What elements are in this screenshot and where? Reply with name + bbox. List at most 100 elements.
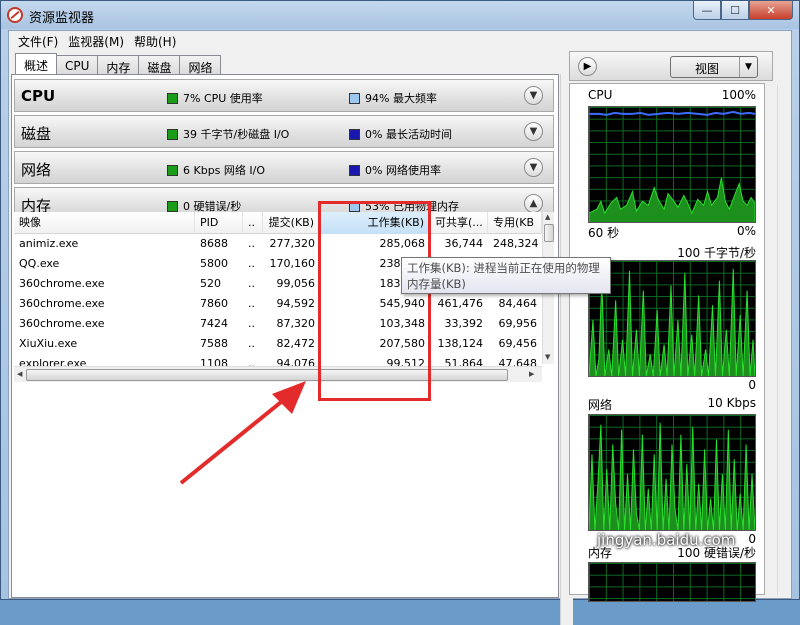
resource-monitor-window: 资源监视器 — ☐ ✕ 文件(F) 监视器(M) 帮助(H) 概述 CPU 内存… <box>0 0 800 625</box>
chevron-down-icon[interactable]: ▼ <box>524 122 543 141</box>
window-title: 资源监视器 <box>29 11 95 26</box>
table-cell: 5800 <box>200 257 228 270</box>
expand-arrow-icon[interactable]: ▶ <box>578 57 597 76</box>
tab-disk[interactable]: 磁盘 <box>138 55 181 75</box>
column-shareable[interactable]: 可共享(... <box>430 212 488 234</box>
cpu-graph-max: 100% <box>721 88 756 102</box>
scroll-down-arrow-icon[interactable]: ▼ <box>545 353 550 361</box>
cpu-graph <box>588 106 756 223</box>
table-cell: 277,320 <box>269 237 316 250</box>
table-cell: QQ.exe <box>19 257 60 270</box>
tab-memory[interactable]: 内存 <box>97 55 140 75</box>
network-io-text: 6 Kbps 网络 I/O <box>183 164 266 177</box>
graph-pane-scrollbar[interactable] <box>777 85 789 595</box>
table-cell: .. <box>248 277 255 290</box>
scroll-thumb[interactable] <box>26 369 508 381</box>
table-cell: animiz.exe <box>19 237 79 250</box>
close-button[interactable]: ✕ <box>749 1 793 20</box>
tab-network[interactable]: 网络 <box>179 55 222 75</box>
tab-cpu[interactable]: CPU <box>56 55 99 74</box>
network-io-swatch <box>167 164 178 176</box>
disk-io-text: 39 千字节/秒磁盘 I/O <box>183 128 290 141</box>
graph-pane: ▶ 视图 ▼ CPU 100% 60 秒 0% 100 千字节/秒 0 网络 1… <box>569 51 773 602</box>
scroll-right-arrow-icon[interactable]: ▶ <box>529 370 534 378</box>
table-horizontal-scrollbar[interactable]: ◀ ▶ <box>14 366 542 382</box>
table-cell: .. <box>248 317 255 330</box>
graph-pane-header: ▶ 视图 ▼ <box>569 51 773 81</box>
minimize-button[interactable]: — <box>693 1 721 20</box>
scroll-up-arrow-icon[interactable]: ▲ <box>545 213 550 221</box>
chevron-down-icon[interactable]: ▼ <box>524 86 543 105</box>
menu-help[interactable]: 帮助(H) <box>129 33 181 50</box>
table-row[interactable]: XiuXiu.exe 7588.. 82,472 207,580 138,124 69,4… <box>14 334 542 354</box>
cpu-graph-title: CPU <box>588 88 613 102</box>
table-row[interactable]: animiz.exe 8688.. 277,320 285,068 36,744 248,… <box>14 234 542 254</box>
table-cell: 8688 <box>200 237 228 250</box>
table-cell: 7860 <box>200 297 228 310</box>
column-collapsed[interactable]: .. <box>243 212 263 234</box>
table-cell: 7424 <box>200 317 228 330</box>
graphs-container: CPU 100% 60 秒 0% 100 千字节/秒 0 网络 10 Kbps <box>569 83 765 602</box>
title-bar[interactable]: 资源监视器 — ☐ ✕ <box>1 1 799 29</box>
view-button-label: 视图 <box>695 62 720 76</box>
network-usage-swatch <box>349 164 360 176</box>
disk-io-swatch <box>167 128 178 140</box>
chevron-up-icon[interactable]: ▲ <box>524 194 543 213</box>
network-graph <box>588 414 756 531</box>
table-cell: 461,476 <box>437 297 484 310</box>
hard-faults-swatch <box>167 200 178 212</box>
table-row[interactable]: 360chrome.exe 7860.. 94,592 545,940 461,476 8… <box>14 294 542 314</box>
section-title: 网络 <box>21 161 52 179</box>
network-graph-title: 网络 <box>588 398 613 412</box>
table-cell: .. <box>248 257 255 270</box>
scroll-left-arrow-icon[interactable]: ◀ <box>17 370 22 378</box>
table-cell: 94,592 <box>276 297 316 310</box>
memory-process-table: 映像 PID .. 提交(KB) 工作集(KB) 可共享(... 专用(KB a… <box>14 212 554 398</box>
table-cell: 360chrome.exe <box>19 317 105 330</box>
network-section-header[interactable]: 网络 6 Kbps 网络 I/O 0% 网络使用率 ▼ <box>14 151 554 184</box>
table-cell: 99,056 <box>276 277 316 290</box>
watermark-text: jingyan.baidu.com <box>597 531 736 549</box>
table-header: 映像 PID .. 提交(KB) 工作集(KB) 可共享(... 专用(KB <box>14 212 542 234</box>
table-cell: 360chrome.exe <box>19 277 105 290</box>
table-cell: 170,160 <box>269 257 316 270</box>
table-cell: 36,744 <box>444 237 484 250</box>
tooltip-line-2: 内存量(KB) <box>407 277 466 291</box>
disk-graph <box>588 260 756 377</box>
chevron-down-icon[interactable]: ▼ <box>524 158 543 177</box>
column-pid[interactable]: PID <box>195 212 243 234</box>
table-cell: 87,320 <box>276 317 316 330</box>
menu-bar: 文件(F) 监视器(M) 帮助(H) <box>9 31 791 51</box>
table-row[interactable]: 360chrome.exe 7424.. 87,320 103,348 33,392 69… <box>14 314 542 334</box>
memory-graph <box>588 562 756 602</box>
network-usage-text: 0% 网络使用率 <box>365 164 441 177</box>
table-cell: .. <box>248 237 255 250</box>
disk-section-header[interactable]: 磁盘 39 千字节/秒磁盘 I/O 0% 最长活动时间 ▼ <box>14 115 554 148</box>
table-cell: 82,472 <box>276 337 316 350</box>
table-cell: .. <box>248 337 255 350</box>
active-time-swatch <box>349 128 360 140</box>
cpu-graph-timespan: 60 秒 <box>588 226 620 240</box>
table-cell: 7588 <box>200 337 228 350</box>
working-set-highlight-box <box>318 201 431 401</box>
cpu-usage-text: 7% CPU 使用率 <box>183 92 263 105</box>
network-graph-max: 10 Kbps <box>707 396 756 410</box>
table-cell: 138,124 <box>437 337 484 350</box>
column-tooltip: 工作集(KB): 进程当前正在使用的物理 内存量(KB) <box>401 257 611 294</box>
column-commit[interactable]: 提交(KB) <box>263 212 320 234</box>
column-image[interactable]: 映像 <box>14 212 195 234</box>
column-private[interactable]: 专用(KB <box>488 212 542 234</box>
max-frequency-text: 94% 最大频率 <box>365 92 437 105</box>
menu-file[interactable]: 文件(F) <box>13 33 63 50</box>
tab-overview[interactable]: 概述 <box>15 53 58 74</box>
chevron-down-icon[interactable]: ▼ <box>739 57 757 77</box>
scroll-thumb[interactable] <box>544 224 554 242</box>
cpu-section-header[interactable]: CPU 7% CPU 使用率 94% 最大频率 ▼ <box>14 79 554 112</box>
table-cell: 33,392 <box>444 317 484 330</box>
menu-monitor[interactable]: 监视器(M) <box>63 33 129 50</box>
view-button[interactable]: 视图 ▼ <box>670 56 758 78</box>
table-cell: 360chrome.exe <box>19 297 105 310</box>
max-frequency-swatch <box>349 92 360 104</box>
disk-graph-max: 100 千字节/秒 <box>677 246 756 260</box>
maximize-button[interactable]: ☐ <box>721 1 749 20</box>
